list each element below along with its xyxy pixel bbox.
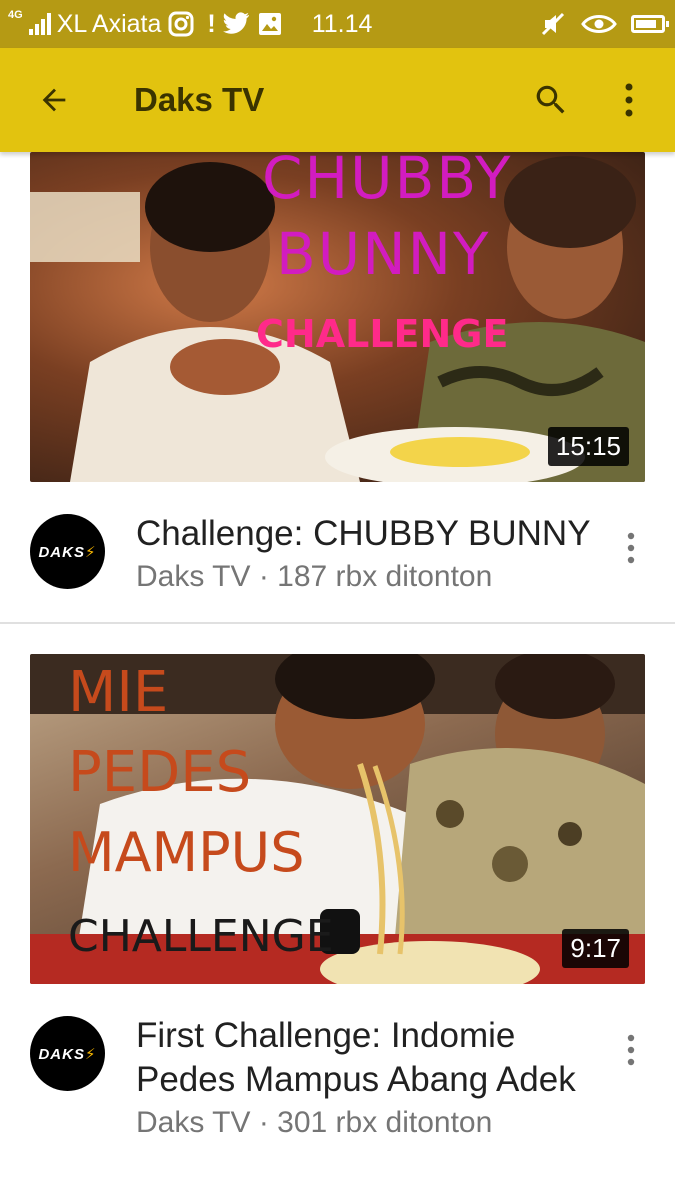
video-subtitle: Daks TV · 301 rbx ditonton xyxy=(136,1106,493,1139)
more-vert-icon xyxy=(625,83,633,117)
channel-avatar[interactable]: DAKS⚡ xyxy=(30,514,105,589)
video-thumbnail[interactable]: MIE PEDES MAMPUS CHALLENGE 9:17 xyxy=(30,654,645,984)
video-menu-button[interactable] xyxy=(613,520,649,576)
video-meta: DAKS⚡ First Challenge: Indomie Pedes Mam… xyxy=(0,984,675,1140)
network-type-label: 4G xyxy=(8,8,23,21)
thumbnail-text-mampus: MAMPUS xyxy=(68,821,305,884)
video-meta: DAKS⚡ Challenge: CHUBBY BUNNY Daks TV · … xyxy=(0,482,675,594)
video-subtitle: Daks TV · 187 rbx ditonton xyxy=(136,560,493,593)
avatar-logo: DAKS⚡ xyxy=(38,1045,97,1063)
carrier-label: XL Axiata xyxy=(56,9,162,38)
channel-avatar[interactable]: DAKS⚡ xyxy=(30,1016,105,1091)
status-left: 4G XL Axiata ! 11.14 xyxy=(0,8,373,39)
video-item[interactable]: CHUBBY BUNNY CHALLENGE 15:15 DAKS⚡ Chall… xyxy=(0,152,675,624)
more-vert-icon xyxy=(627,532,635,564)
video-text: Challenge: CHUBBY BUNNY Daks TV · 187 rb… xyxy=(136,512,616,594)
video-menu-button[interactable] xyxy=(613,1022,649,1078)
video-duration: 9:17 xyxy=(562,929,629,968)
instagram-icon xyxy=(167,10,195,38)
video-text: First Challenge: Indomie Pedes Mampus Ab… xyxy=(136,1014,616,1140)
app-bar: Daks TV xyxy=(0,48,675,152)
battery-icon xyxy=(631,15,669,33)
status-right xyxy=(539,10,675,38)
mute-icon xyxy=(539,10,567,38)
thumbnail-text-mie: MIE xyxy=(68,660,169,725)
twitter-icon xyxy=(222,10,250,38)
search-icon xyxy=(536,85,565,114)
page-title: Daks TV xyxy=(134,81,265,118)
divider xyxy=(0,622,675,624)
video-duration: 15:15 xyxy=(547,427,629,466)
search-button[interactable] xyxy=(527,76,575,124)
status-bar: 4G XL Axiata ! 11.14 xyxy=(0,0,675,48)
thumbnail-text-challenge: CHALLENGE xyxy=(256,312,509,356)
app-bar-actions xyxy=(527,76,675,124)
video-item[interactable]: MIE PEDES MAMPUS CHALLENGE 9:17 DAKS⚡ Fi… xyxy=(0,654,675,1140)
thumbnail-text-pedes: PEDES xyxy=(68,740,252,805)
battery-fill xyxy=(636,20,657,28)
back-button[interactable] xyxy=(30,76,78,124)
video-title[interactable]: Challenge: CHUBBY BUNNY xyxy=(136,512,616,556)
video-thumbnail[interactable]: CHUBBY BUNNY CHALLENGE 15:15 xyxy=(30,152,645,482)
back-arrow-icon xyxy=(42,88,66,112)
avatar-logo: DAKS⚡ xyxy=(38,543,97,561)
thumbnail-text-challenge: CHALLENGE xyxy=(68,911,334,962)
more-options-button[interactable] xyxy=(605,76,653,124)
thumbnail-text-chubby: CHUBBY xyxy=(262,152,513,212)
eye-icon xyxy=(581,10,617,38)
video-feed: CHUBBY BUNNY CHALLENGE 15:15 DAKS⚡ Chall… xyxy=(0,152,675,1140)
video-title[interactable]: First Challenge: Indomie Pedes Mampus Ab… xyxy=(136,1014,616,1102)
clock: 11.14 xyxy=(311,9,373,38)
thumbnail-text-bunny: BUNNY xyxy=(276,220,491,288)
alert-icon: ! xyxy=(207,9,216,38)
more-vert-icon xyxy=(627,1034,635,1066)
gallery-icon xyxy=(256,10,284,38)
signal-icon xyxy=(28,13,51,35)
